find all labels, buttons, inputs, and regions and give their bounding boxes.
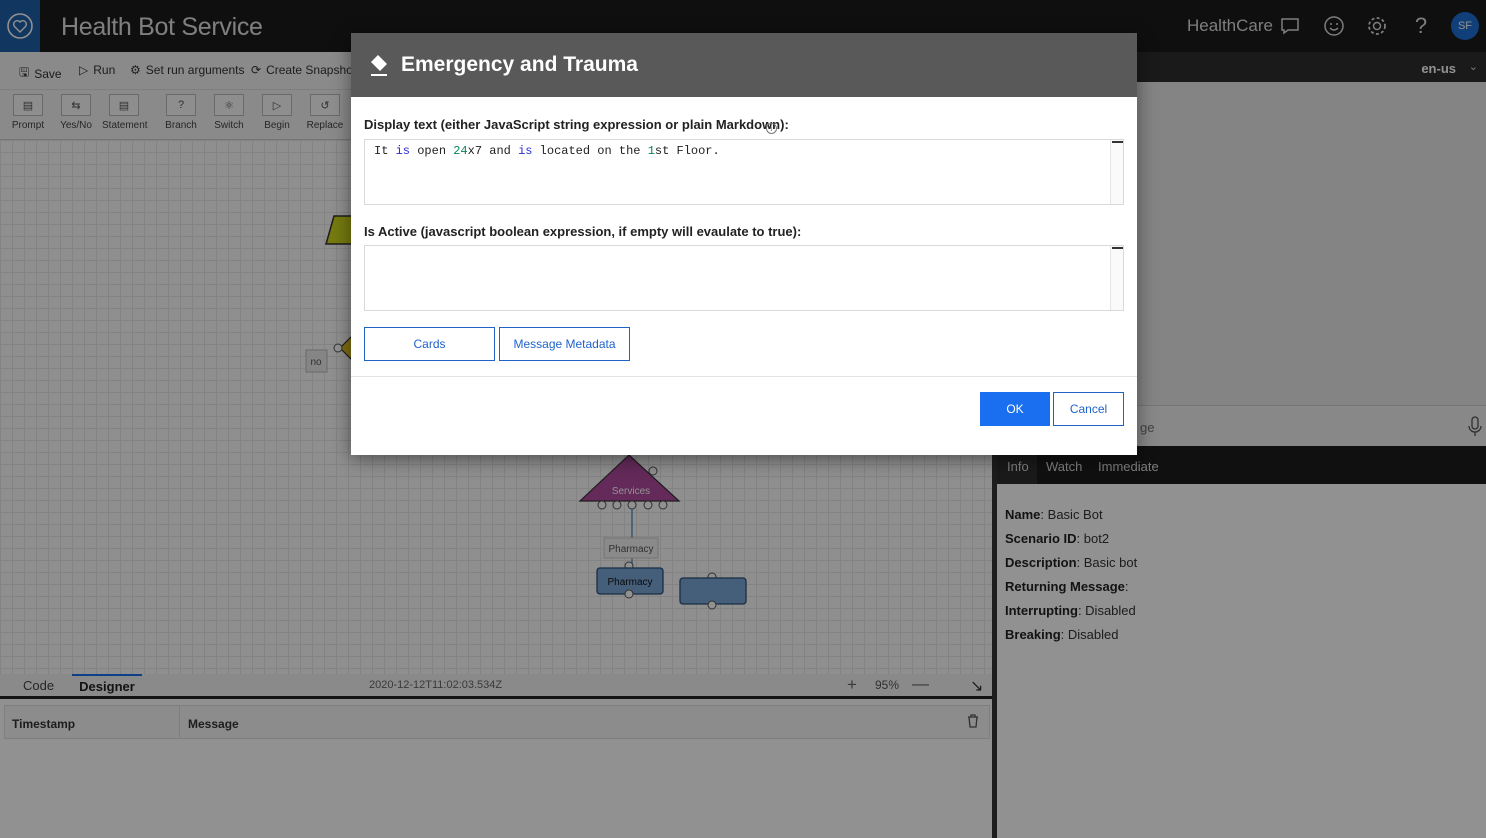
- dialog-header: Emergency and Trauma: [351, 33, 1137, 97]
- editor-scrollbar[interactable]: [1110, 140, 1123, 204]
- app-window: Health Bot Service HealthCare ? SF 🖫 Save…: [0, 0, 1486, 838]
- dialog-separator: [351, 376, 1137, 377]
- display-text-code[interactable]: It is open 24x7 and is located on the 1s…: [374, 144, 720, 158]
- info-icon[interactable]: i: [766, 123, 777, 134]
- message-metadata-button[interactable]: Message Metadata: [499, 327, 630, 361]
- node-edit-dialog: Emergency and Trauma Display text (eithe…: [351, 33, 1137, 455]
- dialog-title: Emergency and Trauma: [401, 53, 638, 76]
- is-active-editor[interactable]: [364, 245, 1124, 311]
- editor-scrollbar[interactable]: [1110, 246, 1123, 310]
- cards-button[interactable]: Cards: [364, 327, 495, 361]
- display-text-editor[interactable]: It is open 24x7 and is located on the 1s…: [364, 139, 1124, 205]
- is-active-label: Is Active (javascript boolean expression…: [364, 224, 802, 239]
- ok-button[interactable]: OK: [980, 392, 1050, 426]
- cancel-button[interactable]: Cancel: [1053, 392, 1124, 426]
- display-text-label: Display text (either JavaScript string e…: [364, 117, 789, 132]
- eraser-icon: [369, 53, 389, 82]
